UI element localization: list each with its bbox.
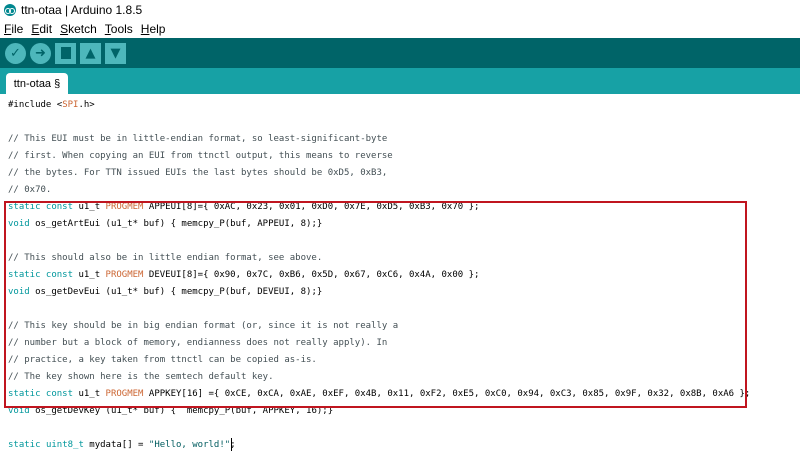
window-title: ttn-otaa | Arduino 1.8.5 [21, 3, 143, 17]
arrow-up-icon: ▲ [85, 45, 96, 61]
menu-sketch[interactable]: Sketch [60, 22, 97, 36]
arduino-logo-icon [4, 4, 16, 16]
title-bar: ttn-otaa | Arduino 1.8.5 [0, 0, 800, 20]
highlight-annotation-box [4, 201, 747, 408]
tab-bar: ttn-otaa § [0, 68, 800, 94]
code-line-21: static uint8_t mydata[] = "Hello, world!… [8, 440, 236, 450]
open-button[interactable]: ▲ [80, 42, 101, 64]
new-file-icon [60, 47, 71, 59]
code-line-1: #include <SPI.h> [8, 100, 95, 110]
code-line-5: // the bytes. For TTN issued EUIs the la… [8, 168, 388, 178]
menu-edit[interactable]: Edit [31, 22, 52, 36]
toolbar: ✓ ➜ ▲ ▼ [0, 38, 800, 68]
code-line-6: // 0x70. [8, 185, 52, 195]
code-line-3: // This EUI must be in little-endian for… [8, 134, 388, 144]
text-caret [231, 438, 232, 451]
menu-tools[interactable]: Tools [105, 22, 133, 36]
arrow-down-icon: ▼ [110, 45, 121, 61]
menu-file[interactable]: File [4, 22, 23, 36]
tab-ttn-otaa[interactable]: ttn-otaa § [6, 73, 68, 94]
arrow-right-icon: ➜ [35, 45, 46, 61]
upload-button[interactable]: ➜ [30, 42, 51, 64]
code-editor[interactable]: #include <SPI.h> // This EUI must be in … [0, 94, 800, 463]
verify-button[interactable]: ✓ [5, 42, 26, 64]
check-icon: ✓ [10, 45, 21, 61]
new-sketch-button[interactable] [55, 42, 76, 64]
code-line-4: // first. When copying an EUI from ttnct… [8, 151, 393, 161]
save-button[interactable]: ▼ [105, 42, 126, 64]
menu-help[interactable]: Help [141, 22, 166, 36]
menu-bar: File Edit Sketch Tools Help [0, 20, 800, 38]
